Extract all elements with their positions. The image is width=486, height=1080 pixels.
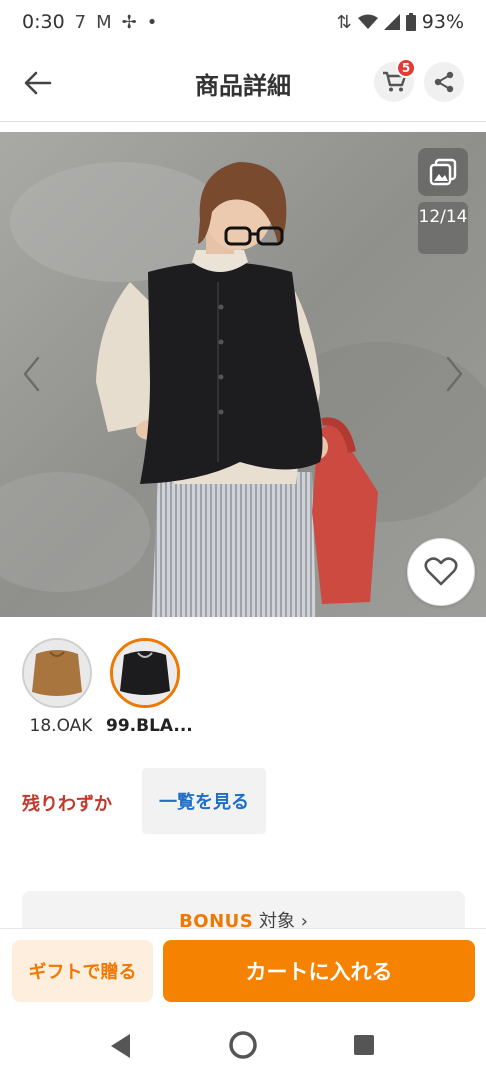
favorite-button[interactable] xyxy=(407,538,475,606)
action-bar: ギフトで贈る カートに入れる xyxy=(0,928,486,1014)
share-button[interactable] xyxy=(424,62,464,102)
triangle-back-icon xyxy=(111,1034,130,1058)
app-header: 商品詳細 5 xyxy=(0,44,486,122)
wifi-icon xyxy=(357,14,378,29)
image-counter: 12/14 xyxy=(418,202,468,254)
swatch-oak-image xyxy=(22,638,92,708)
cart-button[interactable]: 5 xyxy=(374,58,416,102)
battery-percent: 93% xyxy=(421,11,464,33)
chevron-left-icon xyxy=(23,356,40,392)
swatch-black-image xyxy=(110,638,180,708)
view-list-button[interactable]: 一覧を見る xyxy=(142,768,266,834)
system-back-button[interactable] xyxy=(108,1032,134,1064)
gift-button[interactable]: ギフトで贈る xyxy=(12,940,153,1002)
stock-status: 残りわずか xyxy=(22,794,112,815)
swatch-black-label: 99.BLA... xyxy=(106,716,192,736)
product-image-carousel[interactable]: 12/14 xyxy=(0,132,486,617)
circle-home-icon xyxy=(229,1031,257,1059)
gallery-icon xyxy=(429,158,457,186)
data-arrows-icon: ⇅ xyxy=(336,11,352,33)
chevron-right-icon xyxy=(446,356,463,392)
swatch-black[interactable]: 99.BLA... xyxy=(106,638,192,736)
dot-icon: • xyxy=(146,11,158,33)
cart-count-badge: 5 xyxy=(396,58,416,78)
system-recents-button[interactable] xyxy=(353,1034,375,1060)
share-icon xyxy=(434,71,454,93)
swatch-oak[interactable]: 18.OAK xyxy=(22,638,92,736)
system-home-button[interactable] xyxy=(228,1030,258,1064)
system-navigation-bar xyxy=(0,1014,486,1080)
product-photo xyxy=(0,132,486,617)
notification-7-icon: 7 xyxy=(74,11,87,33)
next-image-button[interactable] xyxy=(442,354,466,394)
heart-icon xyxy=(424,557,458,586)
pinwheel-icon: ✢ xyxy=(121,11,137,33)
swatch-oak-label: 18.OAK xyxy=(29,716,93,736)
gallery-button[interactable] xyxy=(418,148,468,196)
add-to-cart-button[interactable]: カートに入れる xyxy=(163,940,475,1002)
square-recents-icon xyxy=(354,1035,374,1055)
signal-icon xyxy=(383,14,400,30)
status-time: 0:30 xyxy=(22,11,65,33)
status-bar: 0:30 7 M ✢ • ⇅ 93% xyxy=(0,0,486,44)
gmail-icon: M xyxy=(96,11,112,33)
previous-image-button[interactable] xyxy=(20,354,44,394)
color-swatch-list: 18.OAK 99.BLA... xyxy=(22,638,192,736)
battery-icon xyxy=(405,13,416,31)
